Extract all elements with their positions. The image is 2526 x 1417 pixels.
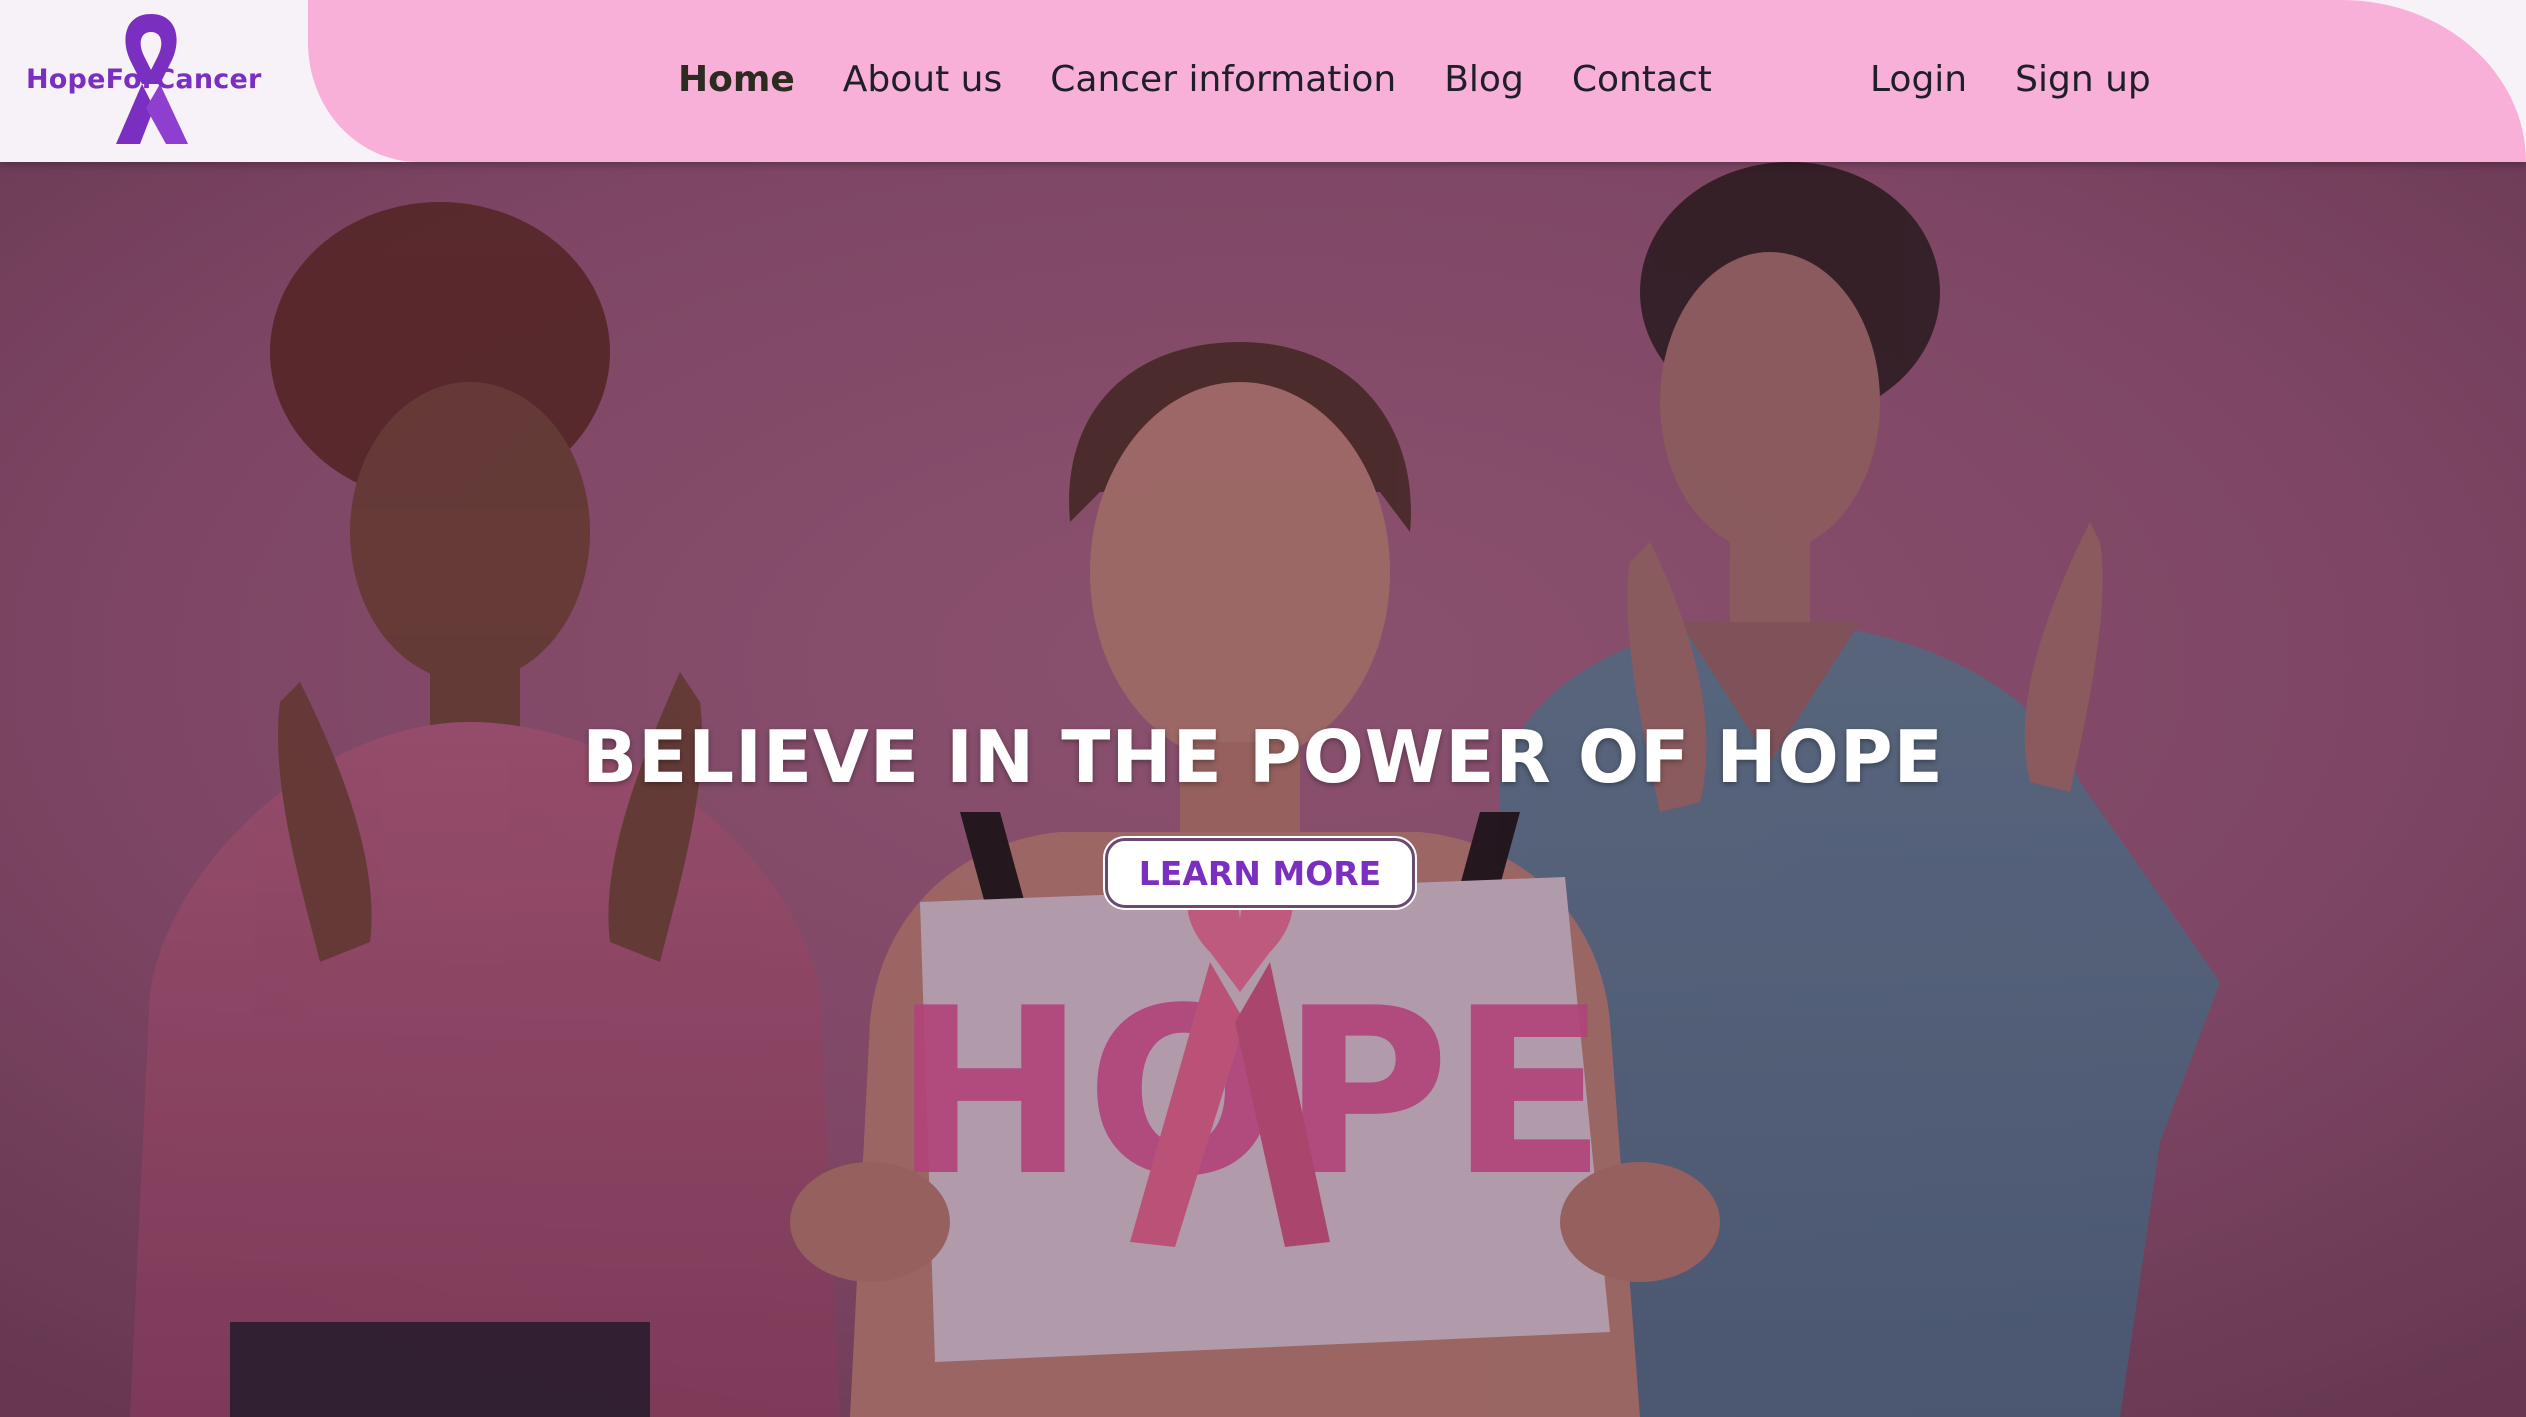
nav-about-us[interactable]: About us bbox=[843, 59, 1002, 100]
nav-contact[interactable]: Contact bbox=[1572, 59, 1712, 100]
hero-section: HOPE BELIEVE IN THE POWER OF HOPE LEARN … bbox=[0, 162, 2526, 1417]
site-logo[interactable]: HopeForCancer bbox=[20, 8, 262, 148]
site-header: HopeForCancer Home About us Cancer infor… bbox=[0, 0, 2526, 162]
nav-blog[interactable]: Blog bbox=[1444, 59, 1524, 100]
main-nav: Home About us Cancer information Blog Co… bbox=[678, 0, 1760, 158]
auth-nav: Login Sign up bbox=[1870, 0, 2199, 158]
page: HopeForCancer Home About us Cancer infor… bbox=[0, 0, 2526, 1417]
nav-home[interactable]: Home bbox=[678, 59, 795, 100]
login-link[interactable]: Login bbox=[1870, 59, 1967, 100]
signup-link[interactable]: Sign up bbox=[2015, 59, 2151, 100]
logo-text: HopeForCancer bbox=[26, 64, 262, 95]
hero-title: BELIEVE IN THE POWER OF HOPE bbox=[582, 715, 1944, 800]
nav-cancer-information[interactable]: Cancer information bbox=[1050, 59, 1396, 100]
learn-more-button[interactable]: LEARN MORE bbox=[1105, 838, 1415, 908]
